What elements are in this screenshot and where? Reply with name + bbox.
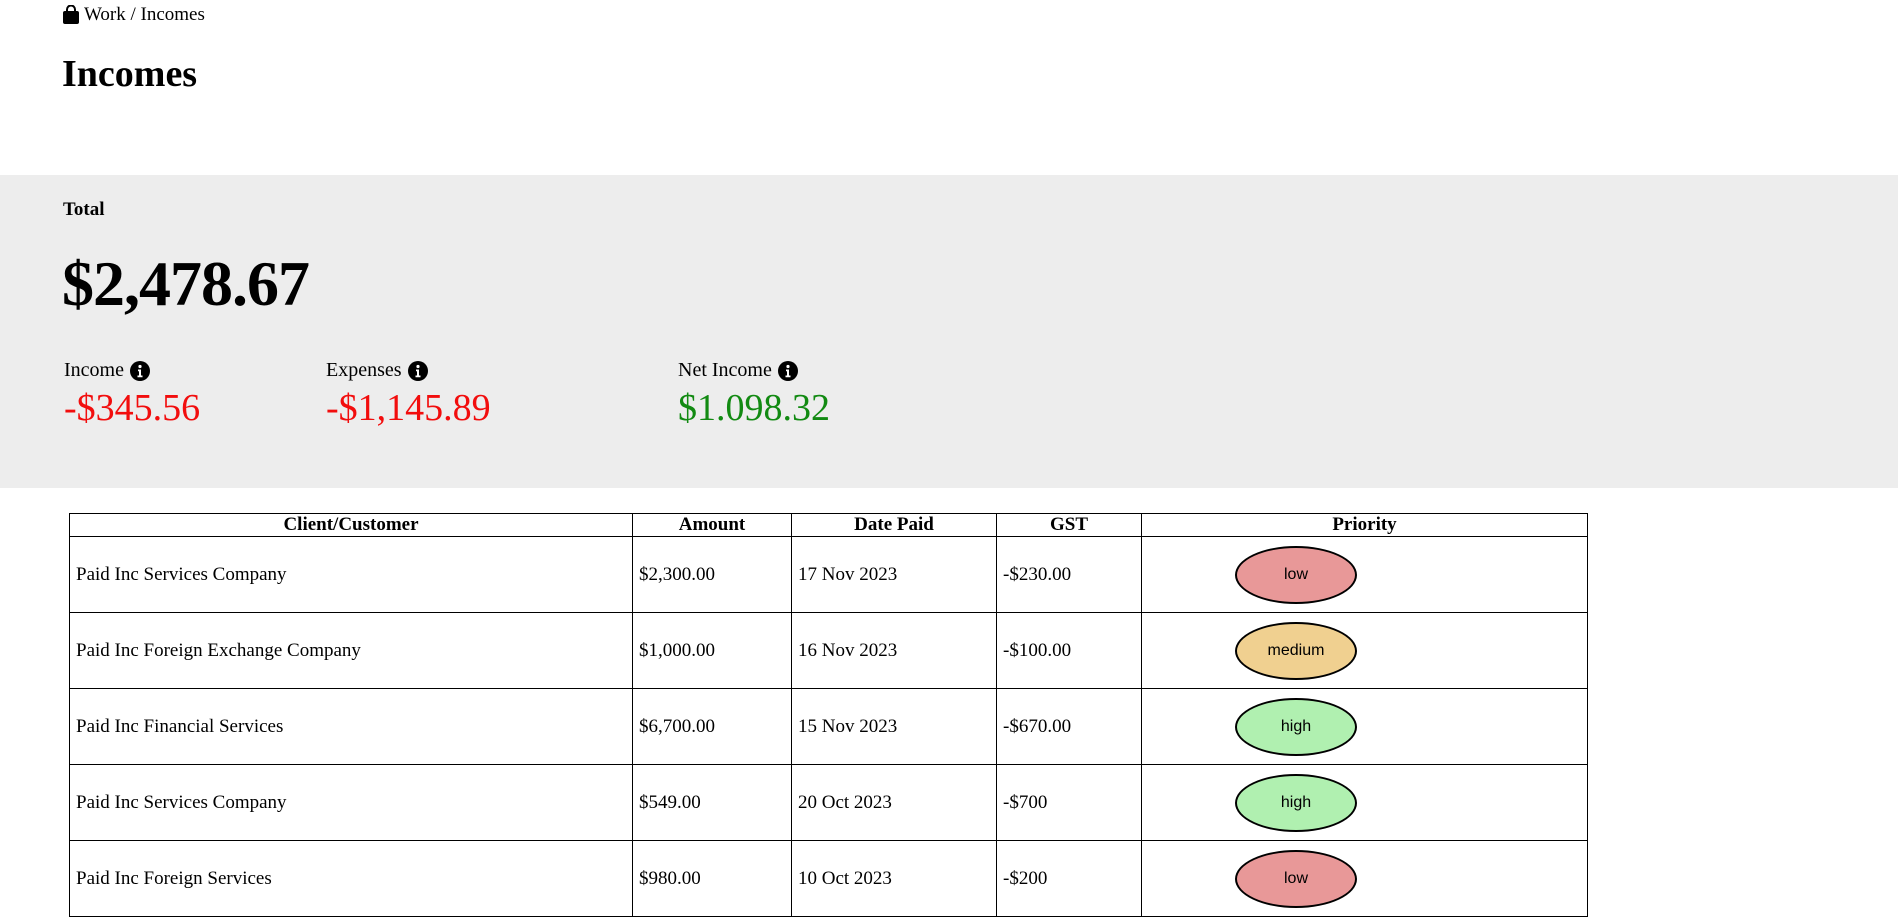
- gst-cell: -$100.00: [996, 612, 1142, 689]
- priority-cell: low: [1141, 536, 1588, 613]
- client-cell: Paid Inc Services Company: [69, 536, 633, 613]
- shopping-bag-icon: [63, 5, 79, 24]
- net-income-value: $1.098.32: [678, 387, 830, 429]
- client-cell: Paid Inc Foreign Exchange Company: [69, 612, 633, 689]
- page-title: Incomes: [62, 53, 198, 95]
- date-paid-cell: 15 Nov 2023: [791, 688, 997, 765]
- summary-panel: Total $2,478.67 Income -$345.56 Expenses…: [0, 175, 1898, 488]
- total-value: $2,478.67: [62, 248, 310, 319]
- incomes-table: Client/Customer Amount Date Paid GST Pri…: [69, 513, 1588, 917]
- column-header-priority[interactable]: Priority: [1141, 513, 1588, 537]
- total-label: Total: [63, 199, 105, 220]
- priority-cell: low: [1141, 840, 1588, 917]
- breadcrumb: Work / Incomes: [62, 4, 205, 26]
- info-icon[interactable]: [777, 360, 798, 381]
- column-header-amount[interactable]: Amount: [632, 513, 792, 537]
- date-paid-cell: 20 Oct 2023: [791, 764, 997, 841]
- date-paid-cell: 10 Oct 2023: [791, 840, 997, 917]
- priority-badge[interactable]: low: [1235, 545, 1357, 604]
- priority-badge[interactable]: low: [1235, 849, 1357, 908]
- gst-cell: -$700: [996, 764, 1142, 841]
- expenses-metric: Expenses -$1,145.89: [326, 359, 491, 430]
- info-icon[interactable]: [129, 360, 150, 381]
- client-cell: Paid Inc Foreign Services: [69, 840, 633, 917]
- amount-cell: $549.00: [632, 764, 792, 841]
- date-paid-cell: 17 Nov 2023: [791, 536, 997, 613]
- column-header-client[interactable]: Client/Customer: [69, 513, 633, 537]
- table-row[interactable]: Paid Inc Services Company $2,300.00 17 N…: [69, 536, 1588, 613]
- table-row[interactable]: Paid Inc Services Company $549.00 20 Oct…: [69, 764, 1588, 841]
- amount-cell: $1,000.00: [632, 612, 792, 689]
- table-header-row: Client/Customer Amount Date Paid GST Pri…: [69, 513, 1588, 537]
- income-metric: Income -$345.56: [64, 359, 200, 430]
- amount-cell: $2,300.00: [632, 536, 792, 613]
- expenses-value: -$1,145.89: [326, 387, 491, 429]
- column-header-gst[interactable]: GST: [996, 513, 1142, 537]
- priority-badge[interactable]: high: [1235, 697, 1357, 756]
- date-paid-cell: 16 Nov 2023: [791, 612, 997, 689]
- amount-cell: $980.00: [632, 840, 792, 917]
- priority-badge[interactable]: high: [1235, 773, 1357, 832]
- net-income-label: Net Income: [678, 359, 772, 381]
- info-icon[interactable]: [407, 360, 428, 381]
- client-cell: Paid Inc Services Company: [69, 764, 633, 841]
- income-value: -$345.56: [64, 387, 201, 429]
- priority-cell: high: [1141, 688, 1588, 765]
- table-row[interactable]: Paid Inc Financial Services $6,700.00 15…: [69, 688, 1588, 765]
- breadcrumb-path[interactable]: Work / Incomes: [84, 4, 205, 26]
- priority-cell: medium: [1141, 612, 1588, 689]
- expenses-label: Expenses: [326, 359, 402, 381]
- priority-cell: high: [1141, 764, 1588, 841]
- column-header-date-paid[interactable]: Date Paid: [791, 513, 997, 537]
- priority-badge[interactable]: medium: [1235, 621, 1357, 680]
- gst-cell: -$230.00: [996, 536, 1142, 613]
- income-label: Income: [64, 359, 124, 381]
- amount-cell: $6,700.00: [632, 688, 792, 765]
- client-cell: Paid Inc Financial Services: [69, 688, 633, 765]
- net-income-metric: Net Income $1.098.32: [678, 359, 830, 430]
- table-row[interactable]: Paid Inc Foreign Exchange Company $1,000…: [69, 612, 1588, 689]
- gst-cell: -$200: [996, 840, 1142, 917]
- gst-cell: -$670.00: [996, 688, 1142, 765]
- table-row[interactable]: Paid Inc Foreign Services $980.00 10 Oct…: [69, 840, 1588, 917]
